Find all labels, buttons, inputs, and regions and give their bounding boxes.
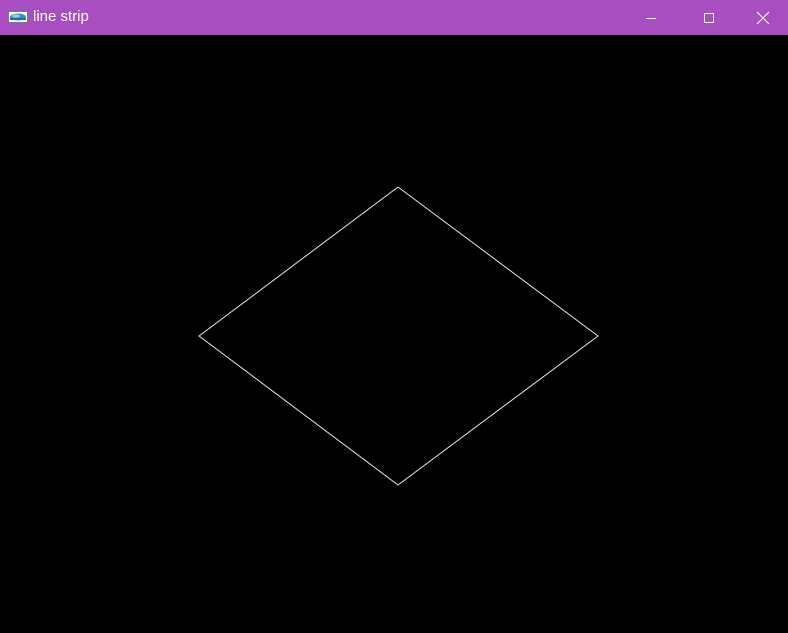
line-strip-diamond (198, 186, 599, 486)
maximize-button[interactable] (680, 0, 738, 35)
close-button[interactable] (738, 0, 788, 35)
line-strip-drawing (198, 186, 599, 486)
minimize-button[interactable] (622, 0, 680, 35)
minimize-icon (646, 17, 656, 19)
maximize-icon (704, 12, 714, 23)
app-icon (8, 10, 28, 23)
title-bar[interactable]: line strip (0, 0, 788, 35)
render-canvas[interactable] (0, 35, 788, 633)
window-title: line strip (33, 8, 89, 25)
app-window: line strip (0, 0, 788, 633)
close-icon (756, 11, 770, 24)
